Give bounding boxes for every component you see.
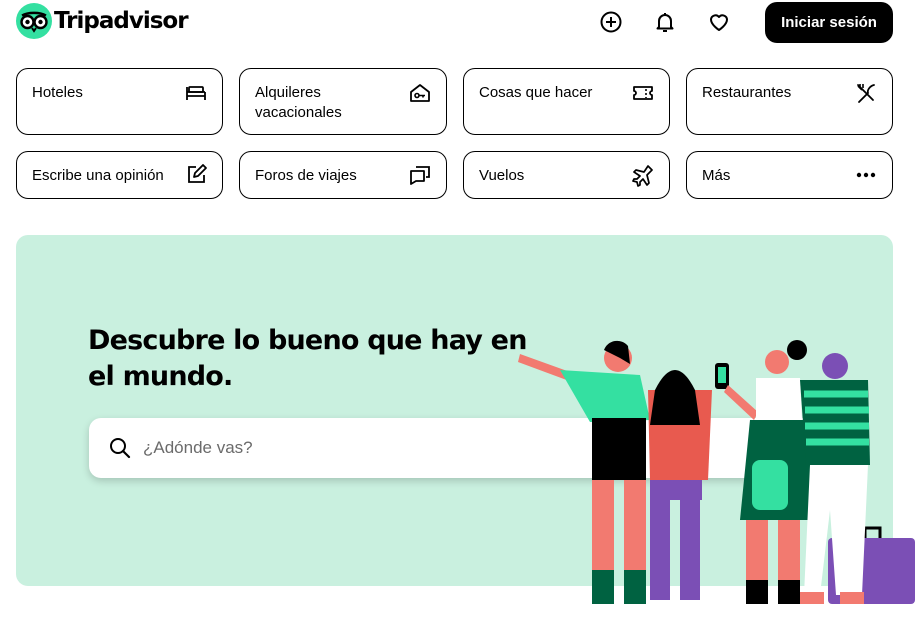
bed-icon	[184, 81, 208, 105]
owl-logo-icon	[16, 3, 52, 39]
edit-icon	[184, 163, 208, 187]
category-label: Restaurantes	[702, 84, 792, 101]
plane-icon	[631, 163, 655, 187]
signin-button[interactable]: Iniciar sesión	[765, 2, 893, 43]
ticket-icon	[631, 81, 655, 105]
chat-bubbles-icon	[408, 163, 432, 187]
top-header: Tripadvisor Iniciar sesión	[0, 0, 915, 48]
category-more[interactable]: Más	[686, 151, 893, 199]
category-travel-forums[interactable]: Foros de viajes	[239, 151, 447, 199]
fork-knife-icon	[854, 81, 878, 105]
bell-icon[interactable]	[651, 8, 679, 36]
category-restaurants[interactable]: Restaurantes	[686, 68, 893, 135]
house-key-icon	[408, 81, 432, 105]
brand-name: Tripadvisor	[54, 8, 189, 34]
more-dots-icon	[854, 163, 878, 187]
plus-circle-icon[interactable]	[597, 8, 625, 36]
category-things-to-do[interactable]: Cosas que hacer	[463, 68, 670, 135]
tripadvisor-logo[interactable]: Tripadvisor	[16, 3, 189, 39]
category-label: Hoteles	[32, 84, 83, 101]
category-label: Escribe una opinión	[32, 167, 164, 184]
category-hotels[interactable]: Hoteles	[16, 68, 223, 135]
category-label: Alquileres vacacionales	[255, 84, 342, 121]
category-label: Cosas que hacer	[479, 84, 593, 101]
search-icon	[108, 436, 132, 460]
category-label: Foros de viajes	[255, 167, 357, 184]
category-write-review[interactable]: Escribe una opinión	[16, 151, 223, 199]
category-flights[interactable]: Vuelos	[463, 151, 670, 199]
category-vacation-rentals[interactable]: Alquileres vacacionales	[239, 68, 447, 135]
category-label: Vuelos	[479, 167, 525, 184]
hero-title: Descubre lo bueno que hay en el mundo.	[88, 325, 527, 392]
heart-icon[interactable]	[705, 8, 733, 36]
travelers-illustration	[518, 340, 915, 604]
category-label: Más	[702, 167, 731, 184]
